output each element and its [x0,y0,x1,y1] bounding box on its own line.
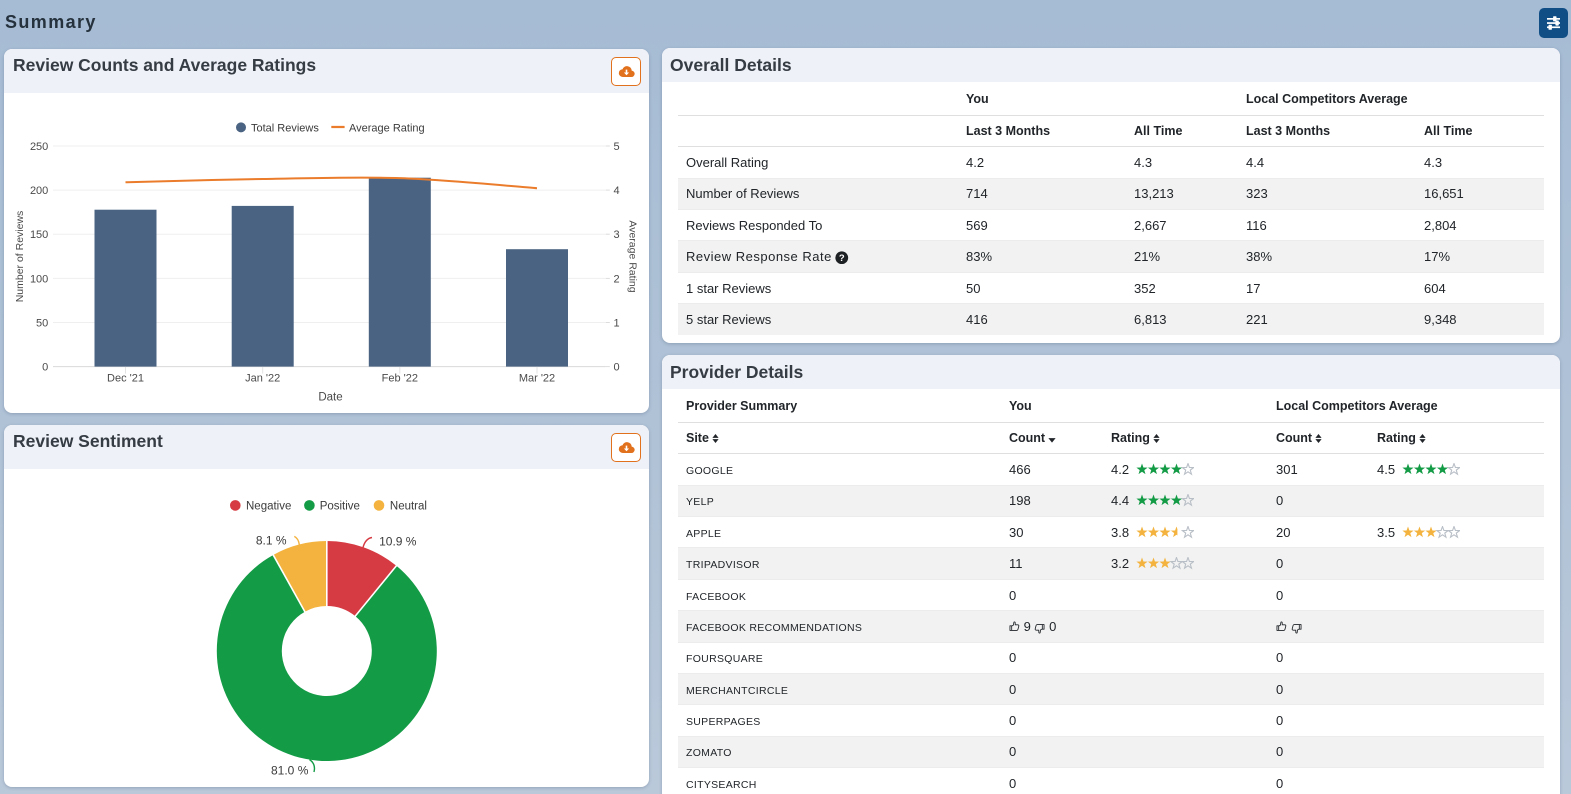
svg-text:Jan '22: Jan '22 [245,373,280,385]
svg-text:1: 1 [614,318,620,330]
svg-text:100: 100 [30,273,48,285]
svg-text:2: 2 [614,273,620,285]
svg-text:4: 4 [614,185,620,197]
svg-text:Average Rating: Average Rating [627,220,639,292]
svg-text:Date: Date [318,392,342,404]
svg-text:5: 5 [614,141,620,153]
svg-text:3: 3 [614,229,620,241]
svg-text:?: ? [839,253,845,264]
svg-text:8.1 %: 8.1 % [256,533,287,547]
svg-text:Positive: Positive [320,501,360,513]
svg-text:0: 0 [42,362,48,374]
svg-text:Average Rating: Average Rating [349,123,425,135]
svg-text:10.9 %: 10.9 % [379,535,417,549]
svg-text:Mar '22: Mar '22 [519,373,555,385]
svg-text:150: 150 [30,229,48,241]
svg-text:0: 0 [614,362,620,374]
svg-text:250: 250 [30,141,48,153]
svg-text:Number of Reviews: Number of Reviews [14,211,26,303]
svg-text:200: 200 [30,185,48,197]
svg-text:Neutral: Neutral [390,501,427,513]
svg-text:Negative: Negative [246,501,291,513]
svg-text:Feb '22: Feb '22 [382,373,418,385]
svg-text:81.0 %: 81.0 % [271,764,309,778]
svg-text:Total Reviews: Total Reviews [251,123,319,135]
svg-text:50: 50 [36,318,48,330]
svg-text:Dec '21: Dec '21 [107,373,144,385]
